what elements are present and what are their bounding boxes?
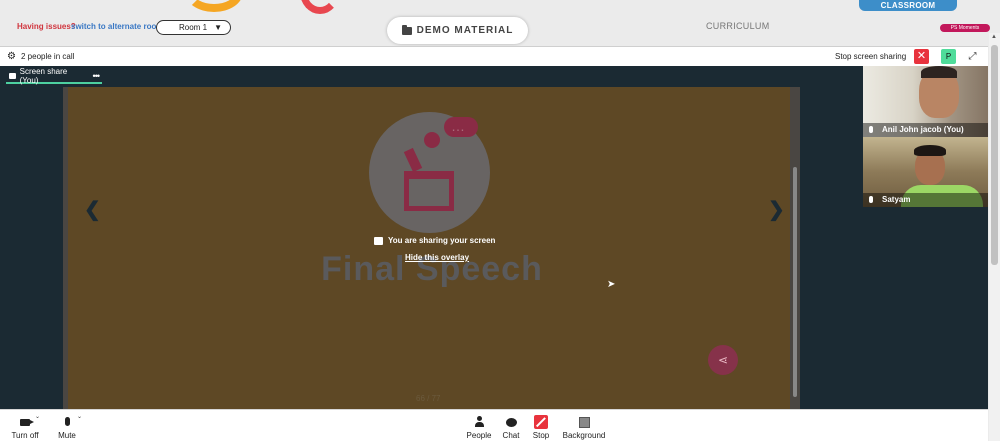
mute-label: Mute bbox=[58, 431, 76, 440]
monitor-icon bbox=[374, 236, 383, 245]
background-button[interactable]: Background bbox=[561, 415, 607, 440]
video-participant-name: Anil John jacob (You) bbox=[882, 125, 964, 134]
scroll-up-icon[interactable]: ▲ bbox=[991, 34, 997, 40]
background-label: Background bbox=[562, 431, 606, 440]
decorative-arc bbox=[300, 0, 340, 14]
chat-label: Chat bbox=[502, 431, 520, 440]
mic-icon bbox=[869, 196, 873, 203]
caret-down-icon: ▼ bbox=[214, 23, 222, 32]
folder-icon bbox=[401, 24, 412, 35]
share-icon[interactable]: ⋖ bbox=[708, 345, 738, 375]
mouse-cursor-icon: ➤ bbox=[607, 279, 616, 290]
mic-icon bbox=[869, 126, 873, 133]
speaker-head-icon bbox=[424, 132, 440, 148]
call-stage: Screen share (You) ••• Final Speech You … bbox=[0, 66, 988, 409]
participant-hair bbox=[921, 66, 957, 78]
monitor-icon bbox=[9, 73, 16, 79]
chevron-left-icon[interactable]: ❮ bbox=[84, 197, 101, 222]
page-scrollbar[interactable]: ▲ bbox=[989, 33, 1000, 441]
expand-icon[interactable]: ⤢ bbox=[965, 49, 980, 64]
tab-demo-material[interactable]: DEMO MATERIAL bbox=[387, 17, 528, 44]
people-button[interactable]: People bbox=[465, 415, 493, 440]
room-select-value: Room 1 bbox=[179, 23, 208, 32]
tab-classroom[interactable]: CLASSROOM bbox=[859, 0, 957, 11]
people-label: People bbox=[466, 431, 492, 440]
issues-text: Having issues? bbox=[17, 22, 76, 31]
stop-label: Stop bbox=[532, 431, 550, 440]
alternate-room-link[interactable]: switch to alternate room bbox=[71, 22, 163, 31]
chat-button[interactable]: Chat bbox=[500, 415, 522, 440]
stop-share-button[interactable]: Stop bbox=[530, 415, 552, 440]
chevron-right-icon[interactable]: ❯ bbox=[768, 197, 785, 222]
chevron-down-icon[interactable]: ⌄ bbox=[35, 413, 40, 420]
turn-off-label: Turn off bbox=[11, 431, 39, 440]
decorative-arc bbox=[185, 0, 243, 12]
slide-scroll-thumb[interactable] bbox=[793, 167, 797, 397]
chevron-down-icon[interactable]: ⌄ bbox=[77, 413, 82, 420]
tab-demo-material-label: DEMO MATERIAL bbox=[416, 25, 514, 36]
close-icon: ✕ bbox=[916, 50, 927, 62]
gear-icon[interactable]: ⚙ bbox=[7, 52, 16, 62]
bottom-toolbar: Turn off ⌄ Mute ⌄ People Chat Stop Backg… bbox=[0, 409, 988, 441]
hide-overlay-link[interactable]: Hide this overlay bbox=[405, 253, 469, 262]
video-tile-self[interactable]: Anil John jacob (You) bbox=[863, 66, 988, 137]
speech-bubble-icon bbox=[444, 117, 478, 137]
people-icon bbox=[475, 416, 484, 427]
tab-screen-share[interactable]: Screen share (You) ••• bbox=[6, 67, 102, 85]
people-count: 2 people in call bbox=[21, 52, 75, 61]
participant-avatar[interactable]: P bbox=[941, 49, 956, 64]
sharing-overlay-message: You are sharing your screen bbox=[374, 236, 495, 245]
top-header: Having issues? switch to alternate room … bbox=[0, 0, 1000, 46]
camera-icon bbox=[20, 419, 34, 426]
room-select[interactable]: Room 1 ▼ bbox=[156, 20, 231, 35]
call-info-bar: ⚙ 2 people in call Stop screen sharing ✕… bbox=[0, 46, 988, 66]
stop-sharing-label: Stop screen sharing bbox=[835, 52, 907, 61]
participant-hair bbox=[914, 145, 946, 156]
video-tile-participant[interactable]: Satyam bbox=[863, 137, 988, 207]
stop-sharing-button[interactable]: ✕ bbox=[914, 49, 929, 64]
more-icon[interactable]: ••• bbox=[93, 71, 101, 81]
video-label: Satyam bbox=[863, 193, 988, 207]
stop-share-icon bbox=[534, 415, 548, 429]
chat-icon bbox=[505, 418, 517, 427]
podium-icon bbox=[404, 171, 454, 211]
tab-curriculum[interactable]: CURRICULUM bbox=[706, 21, 770, 31]
sharing-overlay-text: You are sharing your screen bbox=[388, 236, 496, 245]
slide-content: Final Speech You are sharing your screen… bbox=[68, 87, 790, 409]
page-indicator: 66 / 77 bbox=[416, 394, 441, 403]
moments-badge[interactable]: PS Moments bbox=[940, 24, 990, 32]
slide-scrollbar[interactable] bbox=[790, 87, 800, 409]
mic-icon bbox=[64, 417, 70, 426]
app-root: Having issues? switch to alternate room … bbox=[0, 0, 1000, 441]
shared-slide: Final Speech You are sharing your screen… bbox=[63, 87, 800, 409]
background-icon bbox=[578, 417, 590, 428]
video-label: Anil John jacob (You) bbox=[863, 123, 988, 137]
page-scroll-thumb[interactable] bbox=[991, 45, 998, 265]
video-participant-name: Satyam bbox=[882, 195, 911, 204]
screen-share-tab-label: Screen share (You) bbox=[19, 67, 68, 85]
